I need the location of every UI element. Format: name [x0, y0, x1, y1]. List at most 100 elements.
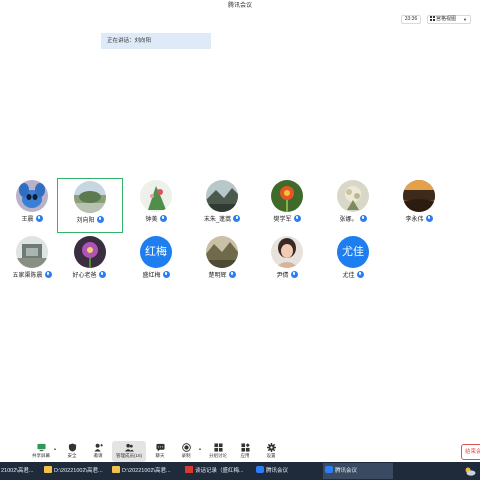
chevron-down-icon: ▼: [463, 17, 467, 22]
taskbar-item[interactable]: 21002\高君...: [0, 463, 40, 479]
mic-icon[interactable]: [425, 215, 433, 222]
share-screen-button[interactable]: 共享屏幕: [28, 441, 54, 462]
os-taskbar: 21002\高君... D:\20221002\高君... D:\2022100…: [0, 462, 480, 480]
participant-name: 尤佳: [342, 273, 355, 279]
participant-tile-speaking[interactable]: 刘向阳: [57, 178, 123, 233]
weather-icon[interactable]: [464, 465, 476, 477]
mic-icon[interactable]: [233, 215, 241, 222]
members-icon: [124, 443, 134, 452]
participant-name: 李永伟: [405, 217, 424, 223]
avatar-initials: 尤佳: [342, 246, 364, 258]
record-button[interactable]: 录制: [173, 441, 199, 462]
avatar: [337, 180, 369, 212]
gear-icon: [266, 443, 276, 452]
mic-icon[interactable]: [228, 271, 236, 278]
taskbar-label: D:\20221002\高君...: [122, 468, 171, 474]
invite-button[interactable]: 邀请: [85, 441, 111, 462]
mic-icon[interactable]: [290, 271, 298, 278]
participant-tile[interactable]: 王晨: [0, 178, 64, 232]
taskbar-label: 谈话记录（盛红梅...: [195, 468, 244, 474]
participant-name: 刘向阳: [76, 218, 95, 224]
apps-button[interactable]: 应用: [232, 441, 258, 462]
participant-tile[interactable]: 红梅 盛红梅: [124, 234, 188, 288]
taskbar-item-active[interactable]: 腾讯会议: [323, 463, 393, 479]
avatar: 红梅: [140, 236, 172, 268]
taskbar-label: 腾讯会议: [266, 468, 289, 474]
invite-user-icon: [93, 443, 103, 452]
participant-tile[interactable]: 尤佳 尤佳: [321, 234, 385, 288]
screen-share-icon: [36, 443, 46, 452]
mic-icon[interactable]: [44, 271, 52, 278]
avatar: [271, 236, 303, 268]
settings-button[interactable]: 设置: [258, 441, 284, 462]
participant-tile[interactable]: 尹倩: [255, 234, 319, 288]
meeting-toolbar: 共享屏幕 ▲ 安全 邀请 管理成员(16) 聊天 录制 ▲ 分组讨论 应用 设置: [0, 440, 480, 462]
avatar: [140, 180, 172, 212]
avatar: [271, 180, 303, 212]
meeting-icon: [256, 466, 264, 473]
mic-icon[interactable]: [96, 216, 104, 223]
participant-name: 楚明辉: [208, 273, 227, 279]
participant-name: 钟美: [145, 217, 158, 223]
participant-tile[interactable]: 末朱_蓬蒿: [190, 178, 254, 232]
avatar: [206, 236, 238, 268]
toolbar-label: 邀请: [93, 453, 103, 458]
participant-name: 好心老爸: [72, 273, 97, 279]
toolbar-label: 分组讨论: [209, 453, 227, 458]
chevron-up-icon[interactable]: ▲: [198, 446, 202, 451]
mic-icon[interactable]: [162, 271, 170, 278]
view-mode-label: 宫格视图: [436, 16, 457, 22]
manage-members-button[interactable]: 管理成员(16): [112, 441, 146, 462]
mic-icon[interactable]: [359, 215, 367, 222]
avatar-initials: 红梅: [145, 246, 167, 258]
chevron-up-icon[interactable]: ▲: [53, 446, 57, 451]
participant-tile[interactable]: 五家渠陈晨: [0, 234, 64, 288]
chat-button[interactable]: 聊天: [147, 441, 173, 462]
participant-name: 盛红梅: [142, 273, 161, 279]
shield-icon: [68, 443, 76, 452]
taskbar-item[interactable]: 腾讯会议: [254, 463, 320, 479]
toolbar-label: 管理成员(16): [115, 453, 142, 458]
taskbar-label: 21002\高君...: [1, 468, 34, 474]
participant-tile[interactable]: 张娜。: [321, 178, 385, 232]
taskbar-item[interactable]: D:\20221002\高君...: [42, 463, 106, 479]
wps-icon: [185, 466, 193, 473]
taskbar-item[interactable]: D:\20221002\高君...: [110, 463, 180, 479]
avatar: 尤佳: [337, 236, 369, 268]
meeting-timer: 33:36: [401, 15, 421, 24]
toolbar-label: 共享屏幕: [32, 453, 50, 458]
participant-name: 王晨: [21, 217, 34, 223]
participant-name: 五家渠陈晨: [12, 273, 43, 279]
window-title: 腾讯会议: [0, 0, 480, 12]
taskbar-item[interactable]: 谈话记录（盛红梅...: [183, 463, 251, 479]
participant-name: 末朱_蓬蒿: [203, 217, 232, 223]
avatar: [16, 236, 48, 268]
toolbar-label: 聊天: [155, 453, 165, 458]
toolbar-label: 安全: [67, 453, 77, 458]
participant-tile[interactable]: 楚明辉: [190, 234, 254, 288]
end-meeting-button[interactable]: 结束会: [461, 444, 480, 460]
security-button[interactable]: 安全: [59, 441, 85, 462]
participant-tile[interactable]: 好心老爸: [57, 234, 123, 288]
view-mode-button[interactable]: 宫格视图 ▼: [427, 15, 471, 24]
mic-icon[interactable]: [159, 215, 167, 222]
participant-tile[interactable]: 钟美: [124, 178, 188, 232]
mic-icon[interactable]: [356, 271, 364, 278]
avatar: [16, 180, 48, 212]
avatar: [74, 236, 106, 268]
meeting-icon: [325, 466, 333, 473]
apps-icon: [240, 443, 250, 452]
participant-tile[interactable]: 樊学军: [255, 178, 319, 232]
mic-icon[interactable]: [35, 215, 43, 222]
breakout-rooms-button[interactable]: 分组讨论: [204, 441, 232, 462]
participant-name: 樊学军: [273, 217, 292, 223]
folder-icon: [44, 466, 52, 473]
taskbar-label: 腾讯会议: [335, 468, 358, 474]
avatar: [403, 180, 435, 212]
mic-icon[interactable]: [98, 271, 106, 278]
toolbar-label: 设置: [266, 453, 276, 458]
toolbar-label: 录制: [181, 453, 191, 458]
participant-tile[interactable]: 李永伟: [387, 178, 451, 232]
avatar: [74, 181, 106, 213]
mic-icon[interactable]: [293, 215, 301, 222]
